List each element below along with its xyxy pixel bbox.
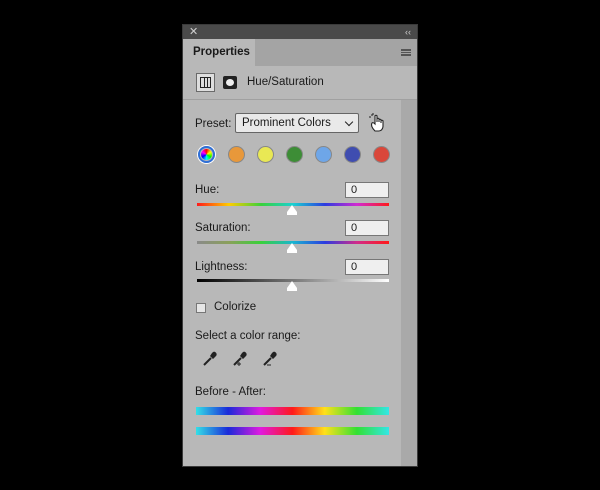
swatch-green[interactable] — [286, 146, 303, 163]
saturation-input[interactable]: 0 — [345, 220, 389, 236]
tab-properties[interactable]: Properties — [183, 39, 255, 66]
panel-tabbar: Properties — [183, 39, 417, 66]
colorize-checkbox[interactable] — [196, 303, 206, 313]
preset-label: Preset: — [195, 118, 232, 130]
saturation-slider-thumb[interactable] — [287, 243, 297, 253]
before-after-label: Before - After: — [195, 386, 266, 398]
color-wheel-icon — [201, 149, 212, 160]
mask-icon[interactable] — [223, 76, 237, 89]
eyedropper-subtract-icon[interactable] — [261, 350, 279, 368]
preset-select[interactable]: Prominent Colors — [235, 113, 359, 133]
color-range-label: Select a color range: — [195, 330, 301, 342]
hue-label: Hue: — [195, 184, 220, 196]
swatch-blue[interactable] — [344, 146, 361, 163]
adjustment-icon[interactable] — [196, 73, 215, 92]
colorize-label: Colorize — [214, 301, 257, 313]
adjustment-header: Hue/Saturation — [183, 66, 417, 100]
swatch-red[interactable] — [373, 146, 390, 163]
chevron-down-icon — [344, 117, 354, 127]
hue-input[interactable]: 0 — [345, 182, 389, 198]
properties-panel: ✕ ‹‹ Properties Hue/Saturation Preset: P… — [182, 24, 418, 467]
swatch-light-blue[interactable] — [315, 146, 332, 163]
lightness-label: Lightness: — [195, 261, 248, 273]
saturation-label: Saturation: — [195, 222, 251, 234]
lightness-input[interactable]: 0 — [345, 259, 389, 275]
swatch-orange[interactable] — [228, 146, 245, 163]
scrollbar[interactable] — [401, 100, 417, 466]
eyedropper-icon[interactable] — [201, 350, 219, 368]
swatch-all-colors[interactable] — [198, 146, 215, 163]
on-image-adjustment-icon[interactable] — [367, 112, 387, 134]
lightness-slider-thumb[interactable] — [287, 281, 297, 291]
preset-value: Prominent Colors — [242, 117, 331, 129]
hue-slider-thumb[interactable] — [287, 205, 297, 215]
after-color-bar — [196, 427, 389, 435]
adjustment-title: Hue/Saturation — [247, 76, 324, 88]
collapse-icon[interactable]: ‹‹ — [405, 25, 411, 39]
before-color-bar — [196, 407, 389, 415]
eyedropper-add-icon[interactable] — [231, 350, 249, 368]
panel-chrome: ✕ ‹‹ — [183, 25, 417, 39]
swatch-yellow[interactable] — [257, 146, 274, 163]
close-icon[interactable]: ✕ — [189, 25, 198, 39]
panel-menu-icon[interactable] — [401, 49, 411, 56]
